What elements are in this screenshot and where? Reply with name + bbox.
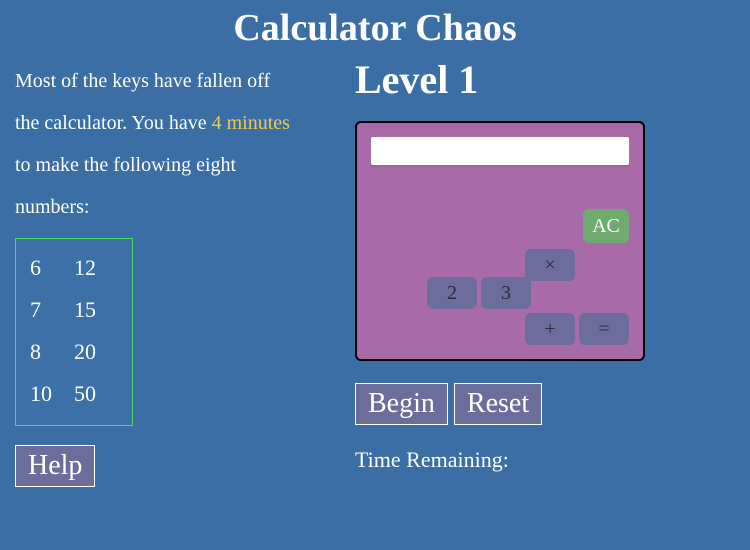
main-container: Most of the keys have fallen off the cal… — [0, 60, 750, 487]
time-remaining-label: Time Remaining: — [355, 447, 509, 472]
reset-button[interactable]: Reset — [454, 383, 542, 425]
calculator-display — [371, 137, 629, 165]
key-3[interactable]: 3 — [481, 277, 531, 309]
target-numbers-box: 6 12 7 15 8 20 10 50 — [15, 238, 133, 426]
time-remaining-row: Time Remaining: — [355, 447, 735, 473]
table-row: 8 20 — [30, 331, 118, 373]
help-button[interactable]: Help — [15, 445, 95, 487]
target-cell: 7 — [30, 289, 74, 331]
left-panel: Most of the keys have fallen off the cal… — [15, 60, 355, 487]
target-numbers-table: 6 12 7 15 8 20 10 50 — [30, 247, 118, 415]
target-cell: 12 — [74, 247, 118, 289]
key-2[interactable]: 2 — [427, 277, 477, 309]
target-cell: 10 — [30, 373, 74, 415]
target-cell: 50 — [74, 373, 118, 415]
key-ac[interactable]: AC — [583, 209, 629, 243]
target-cell: 15 — [74, 289, 118, 331]
table-row: 10 50 — [30, 373, 118, 415]
target-cell: 20 — [74, 331, 118, 373]
instr-post: to make the following eight numbers: — [15, 154, 236, 218]
table-row: 6 12 — [30, 247, 118, 289]
right-panel: Level 1 AC × 2 3 + = BeginReset Time Rem… — [355, 60, 735, 487]
instructions-text: Most of the keys have fallen off the cal… — [15, 60, 295, 228]
calculator: AC × 2 3 + = — [355, 121, 645, 361]
table-row: 7 15 — [30, 289, 118, 331]
key-multiply[interactable]: × — [525, 249, 575, 281]
page-title: Calculator Chaos — [0, 0, 750, 60]
key-plus[interactable]: + — [525, 313, 575, 345]
level-heading: Level 1 — [355, 56, 735, 103]
begin-button[interactable]: Begin — [355, 383, 448, 425]
target-cell: 6 — [30, 247, 74, 289]
key-equals[interactable]: = — [579, 313, 629, 345]
instr-time: 4 minutes — [212, 112, 290, 134]
controls-row: BeginReset — [355, 383, 735, 425]
target-cell: 8 — [30, 331, 74, 373]
